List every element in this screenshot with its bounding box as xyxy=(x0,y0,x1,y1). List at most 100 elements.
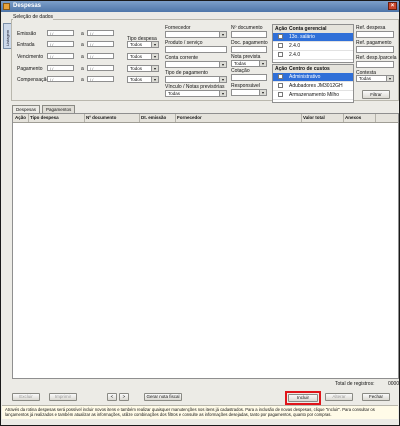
emissao-from-input[interactable]: / / xyxy=(47,30,74,36)
between-label: a xyxy=(81,77,84,83)
excluir-button[interactable]: Excluir xyxy=(12,393,40,401)
ref-despesa-input[interactable] xyxy=(356,31,394,38)
contesta-combo[interactable]: Todas ▾ xyxy=(356,75,394,82)
list-item[interactable]: Adubadores JM3012GH xyxy=(273,82,353,91)
list-item[interactable]: Administrativo xyxy=(273,73,353,82)
fornecedor-combo[interactable]: ▾ xyxy=(165,31,227,38)
compensacao-to-input[interactable]: / / xyxy=(87,76,114,82)
nota-prevista-value: Todas xyxy=(234,61,247,66)
compensacao-combo[interactable]: Todos ▾ xyxy=(127,76,159,83)
label-pagamento: Pagamento xyxy=(17,66,43,72)
pagamento-to-input[interactable]: / / xyxy=(87,65,114,71)
imprimir-button[interactable]: Imprimir xyxy=(49,393,77,401)
entrada-combo[interactable]: Todos ▾ xyxy=(127,41,159,48)
label-vencimento: Vencimento xyxy=(17,54,44,60)
tab-despesas[interactable]: Despesas xyxy=(12,105,41,113)
list-item[interactable]: 2.4.0 xyxy=(273,42,353,51)
vinculo-value: Todas xyxy=(168,91,181,96)
produto-servico-input[interactable] xyxy=(165,46,227,53)
responsavel-combo[interactable]: ▾ xyxy=(231,89,267,96)
list-item[interactable]: Armazenamento Milho xyxy=(273,91,353,100)
entrada-to-input[interactable]: / / xyxy=(87,41,114,47)
vinculo-combo[interactable]: Todas ▾ xyxy=(165,90,227,97)
close-window-button[interactable]: × xyxy=(388,2,397,10)
ref-desp-parcela-input[interactable] xyxy=(356,61,394,68)
conta-gerencial-item: 2.4.0 xyxy=(289,52,301,58)
compensacao-combo-value: Todos xyxy=(130,77,143,82)
between-label: a xyxy=(81,31,84,37)
table-header: Ação Tipo despesa Nº documento Dt. emiss… xyxy=(13,114,398,123)
chevron-down-icon: ▾ xyxy=(259,61,266,66)
ref-pagamento-input[interactable] xyxy=(356,46,394,53)
next-button[interactable]: > xyxy=(119,393,129,401)
emissao-to-input[interactable]: / / xyxy=(87,30,114,36)
doc-pagamento-input[interactable] xyxy=(231,46,267,53)
contesta-value: Todas xyxy=(359,76,372,81)
chevron-down-icon: ▾ xyxy=(151,66,158,71)
tab-strip: Despesas Pagamentos xyxy=(12,105,132,113)
row-checkbox[interactable] xyxy=(278,92,283,97)
list-item[interactable]: 13o. salário xyxy=(273,33,353,42)
chevron-down-icon: ▾ xyxy=(151,42,158,47)
column-divider xyxy=(28,114,29,122)
pagamento-from-input[interactable]: / / xyxy=(47,65,74,71)
col-dt-emissao[interactable]: Dt. emissão xyxy=(141,115,166,120)
conta-gerencial-header-label: Conta gerencial xyxy=(289,26,327,32)
gerar-nota-fiscal-button[interactable]: Gerar nota fiscal xyxy=(144,393,182,401)
tipo-despesa-label: Tipo despesa xyxy=(127,36,157,42)
between-label: a xyxy=(81,54,84,60)
acao-header: Ação xyxy=(275,26,288,32)
nota-prevista-combo[interactable]: Todas ▾ xyxy=(231,60,267,67)
row-checkbox[interactable] xyxy=(278,74,283,79)
row-checkbox[interactable] xyxy=(278,43,283,48)
chevron-down-icon: ▾ xyxy=(151,77,158,82)
entrada-from-input[interactable]: / / xyxy=(47,41,74,47)
column-divider xyxy=(84,114,85,122)
chevron-down-icon: ▾ xyxy=(259,90,266,95)
col-valor-total[interactable]: Valor total xyxy=(303,115,325,120)
column-divider xyxy=(175,114,176,122)
centro-custos-header-label: Centro de custos xyxy=(289,66,330,72)
row-checkbox[interactable] xyxy=(278,34,283,39)
tab-pagamentos[interactable]: Pagamentos xyxy=(42,105,76,113)
tipo-pagamento-combo[interactable]: ▾ xyxy=(165,76,227,83)
vencimento-combo[interactable]: Todos ▾ xyxy=(127,53,159,60)
side-tab-label: Listagem xyxy=(5,29,10,46)
chevron-down-icon: ▾ xyxy=(151,54,158,59)
alterar-button[interactable]: Alterar xyxy=(325,393,353,401)
column-divider xyxy=(301,114,302,122)
section-title: Seleção de dados xyxy=(13,14,54,20)
column-divider xyxy=(343,114,344,122)
conta-corrente-combo[interactable]: ▾ xyxy=(165,61,227,68)
col-anexos[interactable]: Anexos xyxy=(345,115,361,120)
cotacao-input[interactable] xyxy=(231,74,267,81)
label-entrada: Entrada xyxy=(17,42,35,48)
fechar-button[interactable]: Fechar xyxy=(362,393,390,401)
vencimento-from-input[interactable]: / / xyxy=(47,53,74,59)
row-checkbox[interactable] xyxy=(278,83,283,88)
centro-custos-item: Adubadores JM3012GH xyxy=(289,83,343,89)
col-n-documento[interactable]: Nº documento xyxy=(86,115,116,120)
total-registros-value: 0000 xyxy=(388,381,400,387)
chevron-down-icon: ▾ xyxy=(386,76,393,81)
row-checkbox[interactable] xyxy=(278,52,283,57)
vencimento-to-input[interactable]: / / xyxy=(87,53,114,59)
pagamento-combo[interactable]: Todos ▾ xyxy=(127,65,159,72)
col-fornecedor[interactable]: Fornecedor xyxy=(177,115,202,120)
col-acao[interactable]: Ação xyxy=(15,115,26,120)
centro-custos-item: Administrativo xyxy=(289,74,321,80)
conta-gerencial-grid: Ação Conta gerencial 13o. salário 2.4.0 … xyxy=(272,24,354,63)
chevron-down-icon: ▾ xyxy=(219,32,226,37)
centro-custos-grid: Ação Centro de custos Administrativo Adu… xyxy=(272,64,354,103)
chevron-down-icon: ▾ xyxy=(219,91,226,96)
vencimento-combo-value: Todos xyxy=(130,54,143,59)
compensacao-from-input[interactable]: / / xyxy=(47,76,74,82)
n-documento-input[interactable] xyxy=(231,31,267,38)
acao-header: Ação xyxy=(275,66,288,72)
filtrar-button[interactable]: Filtrar xyxy=(362,90,390,99)
list-item[interactable]: 2.4.0 xyxy=(273,51,353,60)
prev-button[interactable]: < xyxy=(107,393,117,401)
col-tipo-despesa[interactable]: Tipo despesa xyxy=(30,115,59,120)
title-bar: Despesas × xyxy=(1,1,399,12)
between-label: a xyxy=(81,42,84,48)
